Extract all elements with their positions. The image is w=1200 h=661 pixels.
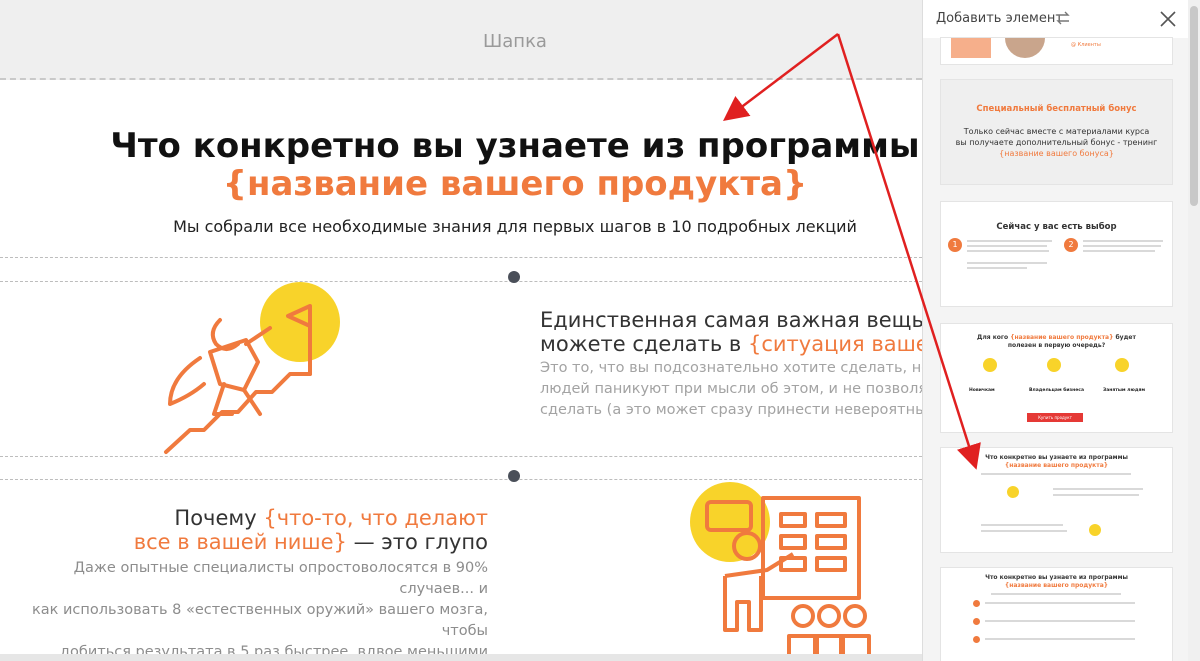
swap-icon[interactable] bbox=[1055, 10, 1071, 26]
template-card-audience[interactable]: Для кого {название вашего продукта} буде… bbox=[941, 324, 1172, 432]
presenter-illustration bbox=[690, 482, 871, 661]
template-card-choice[interactable]: Сейчас у вас есть выбор 1 2 bbox=[941, 202, 1172, 306]
card-title: Что конкретно вы узнаете из программы bbox=[985, 574, 1128, 581]
buy-button-preview: Купить продукт bbox=[1027, 413, 1083, 422]
add-element-panel: Добавить элемент @ Клиенты Специальный б… bbox=[922, 0, 1200, 661]
panel-scrollbar-thumb[interactable] bbox=[1190, 6, 1198, 206]
card-title: Специальный бесплатный бонус bbox=[976, 104, 1137, 114]
section-subheading[interactable]: Мы собрали все необходимые знания для пе… bbox=[0, 217, 922, 236]
row2-title[interactable]: Почему {что-то, что делают все в вашей н… bbox=[28, 506, 488, 554]
card-accent: {название вашего бонуса} bbox=[999, 149, 1114, 158]
timeline-dot bbox=[508, 271, 520, 283]
card-title: Для кого {название вашего продукта} буде… bbox=[977, 334, 1136, 341]
climber-illustration bbox=[164, 282, 340, 454]
pattern-decoration bbox=[951, 38, 991, 58]
template-card-program-list[interactable]: Что конкретно вы узнаете из программы {н… bbox=[941, 568, 1172, 661]
row-divider bbox=[0, 281, 922, 282]
row2-text[interactable]: Даже опытные специалисты опростоволосятс… bbox=[8, 558, 488, 661]
card-title-line: полезен в первую очередь? bbox=[1007, 342, 1106, 349]
editor-canvas[interactable]: Что конкретно вы узнаете из программы {н… bbox=[0, 80, 922, 661]
card-line: Только сейчас вместе с материалами курса bbox=[963, 127, 1150, 136]
card-label: @ Клиенты bbox=[1071, 42, 1101, 48]
panel-header: Добавить элемент bbox=[923, 0, 1189, 38]
timeline-dot bbox=[508, 470, 520, 482]
template-card-bonus[interactable]: Специальный бесплатный бонус Только сейч… bbox=[941, 80, 1172, 184]
card-accent: {название вашего продукта} bbox=[1004, 582, 1109, 589]
template-card-clients[interactable]: @ Клиенты bbox=[941, 38, 1172, 64]
audience-item: Занятым людям bbox=[1103, 388, 1146, 393]
horizontal-scrollbar[interactable] bbox=[0, 654, 922, 661]
card-title: Сейчас у вас есть выбор bbox=[996, 222, 1117, 232]
section-heading[interactable]: Что конкретно вы узнаете из программы bbox=[0, 128, 922, 164]
row1-text[interactable]: Это то, что вы подсознательно хотите сде… bbox=[540, 358, 922, 421]
close-icon[interactable] bbox=[1159, 10, 1177, 28]
audience-item: Новичкам bbox=[969, 388, 995, 393]
header-block[interactable]: Шапка bbox=[0, 0, 922, 80]
card-accent: {название вашего продукта} bbox=[1004, 462, 1109, 469]
section-heading-accent[interactable]: {название вашего продукта} bbox=[0, 166, 922, 202]
header-label: Шапка bbox=[483, 31, 547, 52]
panel-title: Добавить элемент bbox=[936, 11, 1063, 26]
panel-scrollbar[interactable] bbox=[1188, 0, 1200, 661]
row-divider bbox=[0, 456, 922, 457]
row1-title[interactable]: Единственная самая важная вещь, кото мож… bbox=[540, 308, 922, 356]
step-badge: 2 bbox=[1064, 238, 1078, 252]
row-divider-top bbox=[0, 257, 922, 258]
template-card-program-timeline[interactable]: Что конкретно вы узнаете из программы {н… bbox=[941, 448, 1172, 552]
card-line: вы получаете дополнительный бонус - трен… bbox=[955, 138, 1158, 147]
audience-item: Владельцам бизнеса bbox=[1029, 388, 1084, 393]
step-badge: 1 bbox=[948, 238, 962, 252]
avatar bbox=[1005, 38, 1045, 58]
card-title: Что конкретно вы узнаете из программы bbox=[985, 454, 1128, 461]
